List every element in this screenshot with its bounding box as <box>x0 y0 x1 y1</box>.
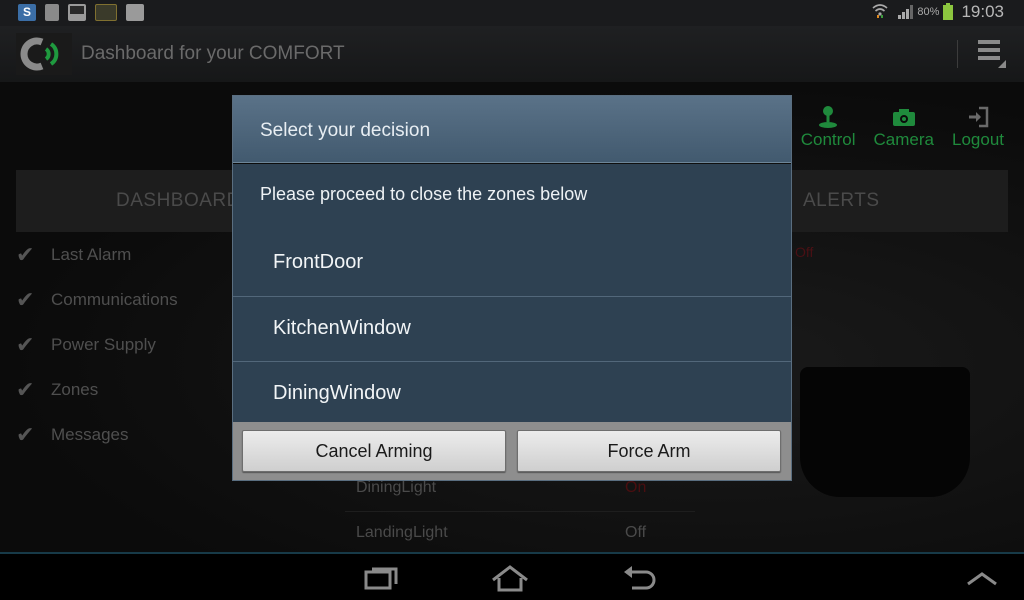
force-arm-button[interactable]: Force Arm <box>517 430 781 472</box>
status-item-power-supply[interactable]: ✔ Power Supply <box>16 322 178 367</box>
battery-icon <box>943 2 954 20</box>
tube-icon <box>95 4 117 21</box>
screen: S 80% 19:03 Dashboard for your COMFORT C… <box>0 0 1024 600</box>
status-check-list: ✔ Last Alarm ✔ Communications ✔ Power Su… <box>16 232 178 457</box>
background-chair-image <box>800 367 970 497</box>
menu-icon-line <box>978 56 1000 60</box>
nav-logout[interactable]: Logout <box>952 104 1004 150</box>
check-icon: ✔ <box>16 376 35 402</box>
status-item-messages[interactable]: ✔ Messages <box>16 412 178 457</box>
status-item-label: Communications <box>51 289 178 309</box>
back-button[interactable] <box>620 564 660 592</box>
dialog-message: Please proceed to close the zones below <box>260 184 588 204</box>
nav-camera[interactable]: Camera <box>874 104 934 150</box>
chevron-up-icon <box>967 572 997 586</box>
battery-percent: 80% <box>917 6 940 18</box>
skype-icon: S <box>18 4 36 21</box>
logout-icon <box>967 104 989 130</box>
menu-icon-line <box>978 48 1000 52</box>
dialog-button-bar: Cancel Arming Force Arm <box>233 422 791 480</box>
document-icon <box>45 4 59 21</box>
nav-control-label: Control <box>800 130 856 149</box>
device-state[interactable]: Off <box>625 524 646 542</box>
wifi-icon <box>872 3 888 22</box>
action-bar: Dashboard for your COMFORT <box>0 26 1024 82</box>
zone-item-frontdoor[interactable]: FrontDoor <box>233 231 791 296</box>
home-icon <box>492 565 528 592</box>
device-name: DiningLight <box>356 479 437 496</box>
status-item-label: Messages <box>51 424 129 444</box>
notification-icons: S <box>18 4 144 21</box>
menu-corner-icon <box>998 60 1006 68</box>
device-row[interactable]: LandingLight Off <box>345 512 695 557</box>
top-nav: Control Camera Logout <box>801 104 1004 150</box>
signal-icon <box>898 5 914 19</box>
zone-label: DiningWindow <box>273 382 401 404</box>
tab-dashboard[interactable]: DASHBOARD <box>116 190 241 212</box>
status-bar: S 80% 19:03 <box>0 0 1024 26</box>
status-item-zones[interactable]: ✔ Zones <box>16 367 178 412</box>
expand-button[interactable] <box>962 564 1002 592</box>
status-item-communications[interactable]: ✔ Communications <box>16 277 178 322</box>
zone-item-kitchenwindow[interactable]: KitchenWindow <box>233 296 791 361</box>
home-button[interactable] <box>490 564 530 592</box>
nav-control[interactable]: Control <box>801 104 856 150</box>
back-icon <box>624 566 656 590</box>
device-name: LandingLight <box>356 524 448 541</box>
check-icon: ✔ <box>16 241 35 267</box>
status-item-label: Power Supply <box>51 334 156 354</box>
recent-apps-button[interactable] <box>362 564 402 592</box>
zone-list: FrontDoor KitchenWindow DiningWindow <box>233 231 791 426</box>
system-nav-bar <box>0 552 1024 600</box>
decision-dialog: Select your decision Please proceed to c… <box>232 95 792 481</box>
zone-label: KitchenWindow <box>273 317 411 339</box>
nav-logout-label: Logout <box>952 130 1004 149</box>
camera-icon <box>892 104 916 130</box>
app-title: Dashboard for your COMFORT <box>81 43 345 64</box>
dialog-title: Select your decision <box>260 120 431 141</box>
check-icon: ✔ <box>16 286 35 312</box>
cancel-arming-button[interactable]: Cancel Arming <box>242 430 506 472</box>
clock: 19:03 <box>961 2 1004 21</box>
recent-apps-icon <box>364 567 398 590</box>
action-bar-divider <box>957 40 958 68</box>
menu-icon-line <box>978 40 1000 44</box>
nav-camera-label: Camera <box>873 130 934 149</box>
joystick-icon <box>817 104 839 130</box>
status-item-label: Last Alarm <box>51 244 132 264</box>
dialog-header: Select your decision <box>233 96 791 163</box>
status-item-label: Zones <box>51 379 99 399</box>
system-status: 80% 19:03 <box>872 2 1004 22</box>
play-store-icon <box>126 4 144 21</box>
alert-status-text: Off <box>795 244 814 260</box>
status-item-last-alarm[interactable]: ✔ Last Alarm <box>16 232 178 277</box>
zone-item-diningwindow[interactable]: DiningWindow <box>233 361 791 426</box>
check-icon: ✔ <box>16 421 35 447</box>
device-state[interactable]: On <box>625 479 646 497</box>
tab-alerts[interactable]: ALERTS <box>803 190 880 212</box>
zone-label: FrontDoor <box>273 251 364 273</box>
gallery-icon <box>68 4 86 21</box>
overflow-menu-button[interactable] <box>978 40 1008 68</box>
dialog-body: Please proceed to close the zones below … <box>233 164 791 422</box>
app-logo[interactable] <box>16 33 72 75</box>
check-icon: ✔ <box>16 331 35 357</box>
